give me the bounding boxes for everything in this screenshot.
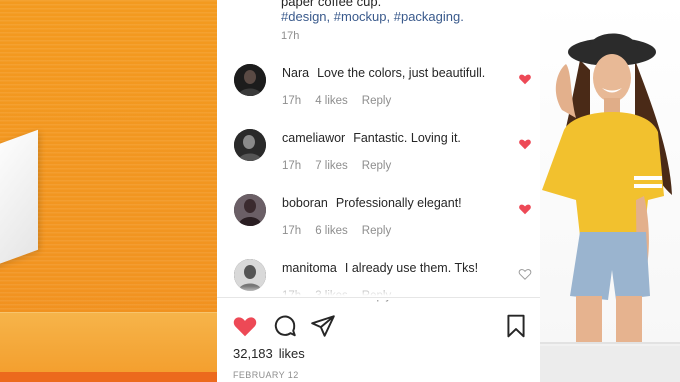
left-product-photo xyxy=(0,0,217,382)
comment-meta: 17h 6 likes Reply xyxy=(282,225,405,237)
comment-meta: 17h 4 likes Reply xyxy=(282,95,405,107)
comment-row: boboran Professionally elegant! 17h 6 like… xyxy=(217,192,540,256)
caption-timestamp: 17h xyxy=(281,30,300,42)
caption-hashtags[interactable]: #design, #mockup, #packaging. xyxy=(281,9,464,24)
reply-button[interactable]: Reply xyxy=(362,95,391,107)
avatar[interactable] xyxy=(234,194,266,226)
comment-text: Nara Love the colors, just beautifull. xyxy=(282,66,485,80)
comment-username[interactable]: Nara xyxy=(282,66,309,80)
comment-username[interactable]: boboran xyxy=(282,196,328,210)
comment-username[interactable]: cameliawor xyxy=(282,131,345,145)
likes-label: likes xyxy=(278,346,305,361)
reply-button[interactable]: Reply xyxy=(362,225,391,237)
comment-time: 17h xyxy=(282,225,302,237)
comment-likes[interactable]: 7 likes xyxy=(315,160,348,172)
cup-base-stripe xyxy=(0,372,217,382)
comment-row: cameliawor Fantastic. Loving it. 17h 7 lik… xyxy=(217,127,540,191)
avatar[interactable] xyxy=(234,129,266,161)
comment-text: cameliawor Fantastic. Loving it. xyxy=(282,131,461,145)
comment-text: manitoma I already use them. Tks! xyxy=(282,261,478,275)
comment-username[interactable]: manitoma xyxy=(282,261,337,275)
comment-likes[interactable]: 4 likes xyxy=(315,95,348,107)
comment-body: Professionally elegant! xyxy=(335,196,462,210)
reply-button[interactable]: Reply xyxy=(362,160,391,172)
heart-icon[interactable] xyxy=(518,72,532,86)
comment-text: boboran Professionally elegant! xyxy=(282,196,462,210)
post-date: FEBRUARY 12 xyxy=(233,370,299,380)
action-bar xyxy=(217,300,540,350)
comment-time: 17h xyxy=(282,160,302,172)
right-floor xyxy=(540,346,680,382)
heart-icon[interactable] xyxy=(518,137,532,151)
divider xyxy=(217,297,540,298)
bookmark-icon[interactable] xyxy=(503,313,529,339)
comment-body: Fantastic. Loving it. xyxy=(353,131,461,145)
likes-number: 32,183 xyxy=(233,346,273,361)
caption-text: paper coffee cup. xyxy=(281,0,382,9)
comment-meta: 17h 7 likes Reply xyxy=(282,160,405,172)
model-illustration xyxy=(542,33,672,342)
likes-count[interactable]: 32,183 likes xyxy=(233,346,305,361)
comment-body: I already use them. Tks! xyxy=(344,261,479,275)
comment-row: Nara Love the colors, just beautifull. 17… xyxy=(217,62,540,126)
share-icon[interactable] xyxy=(310,313,336,339)
comment-likes[interactable]: 6 likes xyxy=(315,225,348,237)
heart-icon[interactable] xyxy=(232,313,258,339)
avatar[interactable] xyxy=(234,64,266,96)
paper-bag-image xyxy=(0,129,38,271)
heart-icon[interactable] xyxy=(518,202,532,216)
right-model-photo xyxy=(540,0,680,344)
instagram-post: paper coffee cup. #design, #mockup, #pac… xyxy=(217,0,540,382)
comment-icon[interactable] xyxy=(272,313,298,339)
comment-time: 17h xyxy=(282,95,302,107)
heart-outline-icon[interactable] xyxy=(518,267,532,281)
comment-body: Love the colors, just beautifull. xyxy=(317,66,486,80)
